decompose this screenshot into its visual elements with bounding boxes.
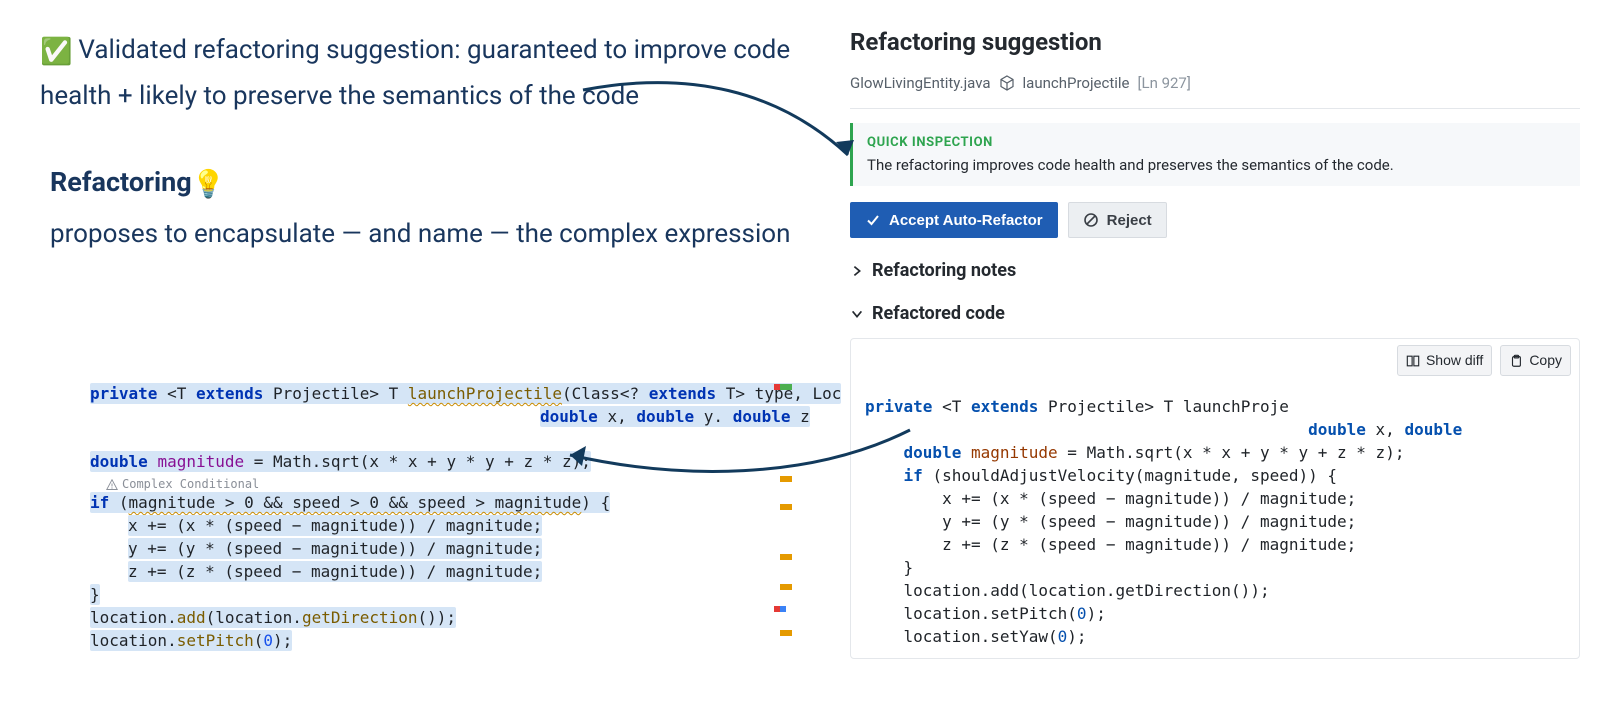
quick-inspection-title: QUICK INSPECTION [867,135,1566,150]
cube-icon [999,75,1015,91]
cancel-icon [1083,212,1099,228]
chevron-right-icon [850,264,864,278]
copy-button[interactable]: Copy [1500,345,1571,376]
quick-inspection-body: The refactoring improves code health and… [867,156,1566,174]
accept-button[interactable]: Accept Auto-Refactor [850,202,1058,238]
editor-minimap[interactable] [778,384,792,644]
chevron-down-icon [850,307,864,321]
breadcrumb-function: launchProjectile [1023,74,1130,92]
lightbulb-icon: 💡 [192,168,226,200]
refactored-code-toggle[interactable]: Refactored code [850,303,1580,324]
breadcrumb-file: GlowLivingEntity.java [850,74,991,92]
refactored-code-block: Show diff Copy private <T extends Projec… [850,338,1580,659]
show-diff-button[interactable]: Show diff [1397,345,1492,376]
annotation-validated: ✅Validated refactoring suggestion: guara… [40,28,800,118]
columns-icon [1406,354,1420,368]
annotation-refactoring-heading: Refactoring💡 [50,166,800,200]
refactoring-notes-toggle[interactable]: Refactoring notes [850,260,1580,281]
breadcrumb: GlowLivingEntity.java launchProjectile [… [850,74,1580,109]
source-code-editor[interactable]: private <T extends Projectile> T launchP… [20,382,810,652]
annotation-refactoring-subtext: proposes to encapsulate — and name — the… [50,210,800,258]
quick-inspection-banner: QUICK INSPECTION The refactoring improve… [850,123,1580,186]
clipboard-icon [1509,354,1523,368]
breadcrumb-line: [Ln 927] [1138,74,1191,92]
check-icon [865,212,881,228]
annotation-validated-text: Validated refactoring suggestion: guaran… [40,35,790,111]
check-icon: ✅ [40,37,72,67]
reject-button[interactable]: Reject [1068,202,1167,238]
panel-title: Refactoring suggestion [850,28,1580,56]
